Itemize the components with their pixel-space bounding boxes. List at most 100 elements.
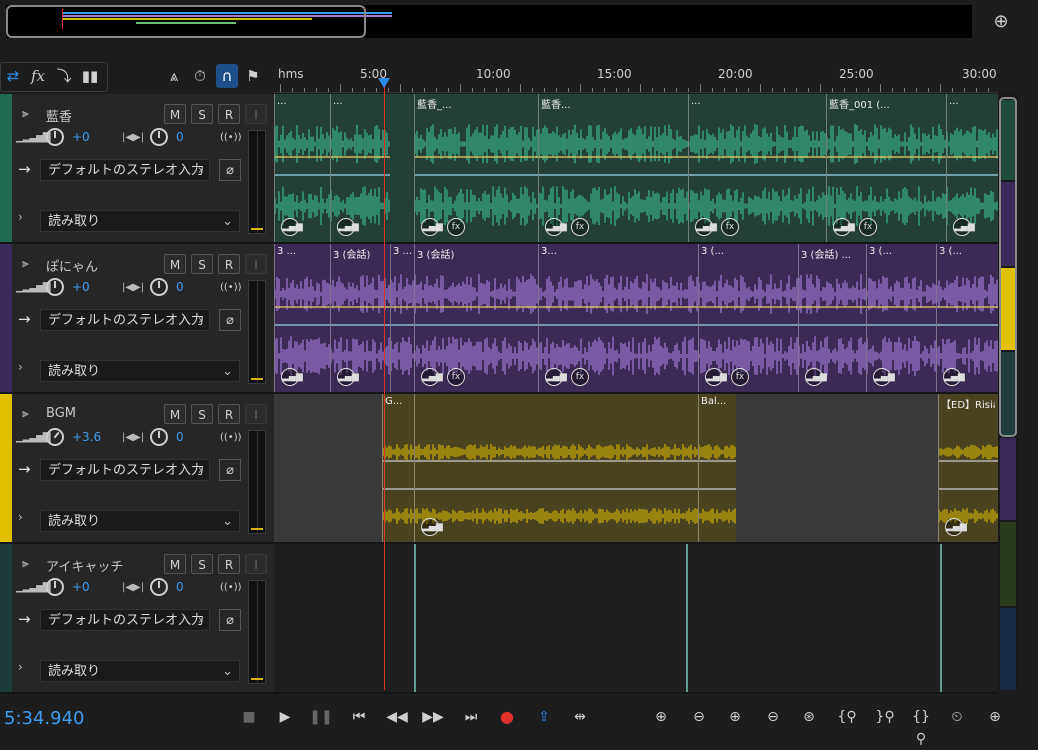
volume-value[interactable]: +0 (72, 130, 90, 144)
track-name[interactable]: アイキャッチ (46, 556, 123, 575)
clip-gain-icon[interactable]: ▂▄▆ (695, 218, 717, 236)
clip-gain-icon[interactable]: ▂▄▆ (337, 218, 359, 236)
zoom-out-amplitude-icon[interactable]: ⊖ (686, 706, 712, 728)
record-arm-button[interactable]: R (218, 254, 240, 274)
mute-button[interactable]: M (164, 404, 186, 424)
pan-knob[interactable] (150, 428, 168, 446)
audio-clip[interactable]: 藍香_001 (... ▂▄▆ fx (826, 94, 946, 242)
solo-button[interactable]: S (191, 404, 213, 424)
clip-volume-line[interactable] (867, 306, 936, 308)
clip-gain-icon[interactable]: ▂▄▆ (337, 368, 359, 386)
clip-gain-icon[interactable]: ▂▄▆ (421, 218, 443, 236)
expand-automation-icon[interactable]: › (18, 360, 23, 374)
clip-volume-line[interactable] (275, 156, 330, 158)
zoom-to-fit-icon[interactable]: ⊕ (988, 9, 1014, 35)
audio-clip[interactable]: 3 ... (390, 244, 414, 392)
audio-clip[interactable]: 3 (会話) ▂▄▆ fx (414, 244, 538, 392)
clip-volume-line[interactable] (275, 306, 330, 308)
clip-pan-line[interactable] (947, 174, 998, 176)
audio-clip[interactable]: ... ▂▄▆ fx (688, 94, 826, 242)
clip-volume-line[interactable] (391, 306, 414, 308)
clip-pan-line[interactable] (415, 174, 538, 176)
zoom-out-right-icon[interactable]: }⚲ (872, 706, 898, 728)
expand-automation-icon[interactable]: › (18, 660, 23, 674)
clip-gain-icon[interactable]: ▂▄▆ (943, 368, 965, 386)
zoom-out-left-icon[interactable]: {⚲ (834, 706, 860, 728)
clip-pan-line[interactable] (415, 488, 698, 490)
audio-clip[interactable]: ... ▂▄▆ (274, 94, 330, 242)
track-header[interactable]: ⫸ 藍香 M S R I ▁▂▃▅▇ +0 |◀▶| 0 ((•)) → デフォルトのステレオ入力 › ⌀ ›… (0, 94, 274, 244)
clip-fx-icon[interactable]: fx (721, 218, 739, 236)
clip-pan-line[interactable] (699, 488, 736, 490)
pause-icon[interactable]: ❚❚ (308, 706, 334, 728)
clip-volume-line[interactable] (539, 306, 698, 308)
volume-value[interactable]: +0 (72, 580, 90, 594)
record-arm-button[interactable]: R (218, 404, 240, 424)
clip-gain-icon[interactable]: ▂▄▆ (833, 218, 855, 236)
clip-volume-line[interactable] (937, 306, 998, 308)
audio-clip[interactable]: 【ED】Risiar ▂▄▆ (938, 394, 998, 542)
zoom-in-amplitude-icon[interactable]: ⊕ (648, 706, 674, 728)
overview-viewport-handle[interactable] (6, 5, 366, 38)
track-name[interactable]: BGM (46, 406, 76, 421)
zoom-in-tracks-icon[interactable]: ⊕ (982, 706, 1008, 728)
phase-invert-button[interactable]: ⌀ (219, 159, 241, 181)
clip-pan-line[interactable] (275, 174, 330, 176)
clip-volume-line[interactable] (539, 156, 688, 158)
clip-gain-icon[interactable]: ▂▄▆ (281, 218, 303, 236)
track-header[interactable]: ⫸ ぽにゃん M S R I ▁▂▃▅▇ +0 |◀▶| 0 ((•)) → デフォルトのステレオ入力 ›… (0, 244, 274, 394)
automation-mode-select[interactable]: 読み取り ⌄ (40, 210, 240, 232)
stereo-icon[interactable]: ((•)) (220, 282, 242, 293)
clip-pan-line[interactable] (539, 324, 698, 326)
play-icon[interactable]: ▶ (272, 706, 298, 728)
volume-value[interactable]: +0 (72, 280, 90, 294)
clip-fx-icon[interactable]: fx (571, 368, 589, 386)
expand-automation-icon[interactable]: › (18, 510, 23, 524)
audio-clip[interactable]: 3 ... ▂▄▆ (274, 244, 330, 392)
audio-clip[interactable]: 3 (... ▂▄▆ (936, 244, 998, 392)
mute-button[interactable]: M (164, 554, 186, 574)
clip-fx-icon[interactable]: fx (859, 218, 877, 236)
clip-gain-icon[interactable]: ▂▄▆ (421, 368, 443, 386)
audio-clip[interactable]: Bal... (698, 394, 736, 542)
pan-value[interactable]: 0 (176, 130, 184, 144)
vertical-scroll-thumb[interactable] (999, 97, 1017, 437)
timer-icon[interactable]: ⏱ (190, 64, 210, 88)
clip-pan-line[interactable] (939, 488, 998, 490)
audio-clip[interactable]: ... ▂▄▆ (330, 94, 390, 242)
automation-mode-select[interactable]: 読み取り ⌄ (40, 510, 240, 532)
pan-knob[interactable] (150, 128, 168, 146)
volume-knob[interactable] (46, 278, 64, 296)
zoom-in-time-icon[interactable]: ⊕ (722, 706, 748, 728)
fx-icon[interactable]: fx (27, 64, 49, 88)
pan-value[interactable]: 0 (176, 580, 184, 594)
clip-gain-icon[interactable]: ▂▄▆ (281, 368, 303, 386)
track-name[interactable]: 藍香 (46, 106, 72, 125)
clip-gain-icon[interactable]: ▂▄▆ (873, 368, 895, 386)
zoom-in-selection-icon[interactable]: ⊛ (796, 706, 822, 728)
clip-gain-icon[interactable]: ▂▄▆ (953, 218, 975, 236)
audio-clip[interactable]: 藍香... ▂▄▆ fx (538, 94, 688, 242)
go-to-end-icon[interactable]: ⏭ (458, 706, 484, 728)
rewind-icon[interactable]: ◀◀ (384, 706, 410, 728)
stereo-icon[interactable]: ((•)) (220, 582, 242, 593)
record-arm-button[interactable]: R (218, 554, 240, 574)
input-monitor-button[interactable]: I (245, 254, 267, 274)
clip-volume-line[interactable] (947, 156, 998, 158)
clip-volume-line[interactable] (699, 460, 736, 462)
automation-mode-select[interactable]: 読み取り ⌄ (40, 360, 240, 382)
mute-button[interactable]: M (164, 104, 186, 124)
current-time-display[interactable]: 5:34.940 (4, 708, 85, 729)
input-selector[interactable]: デフォルトのステレオ入力 › (40, 459, 210, 481)
metronome-icon[interactable]: ⩓ (164, 64, 184, 88)
clip-pan-line[interactable] (331, 324, 390, 326)
clip-pan-line[interactable] (799, 324, 866, 326)
clip-gain-icon[interactable]: ▂▄▆ (421, 518, 443, 536)
audio-clip[interactable]: 3 (... ▂▄▆ fx (698, 244, 798, 392)
snap-magnet-icon[interactable]: ∩ (216, 64, 238, 88)
volume-knob[interactable] (46, 128, 64, 146)
expand-automation-icon[interactable]: › (18, 210, 23, 224)
clip-fx-icon[interactable]: fx (731, 368, 749, 386)
input-selector[interactable]: デフォルトのステレオ入力 › (40, 609, 210, 631)
automation-mode-select[interactable]: 読み取り ⌄ (40, 660, 240, 682)
